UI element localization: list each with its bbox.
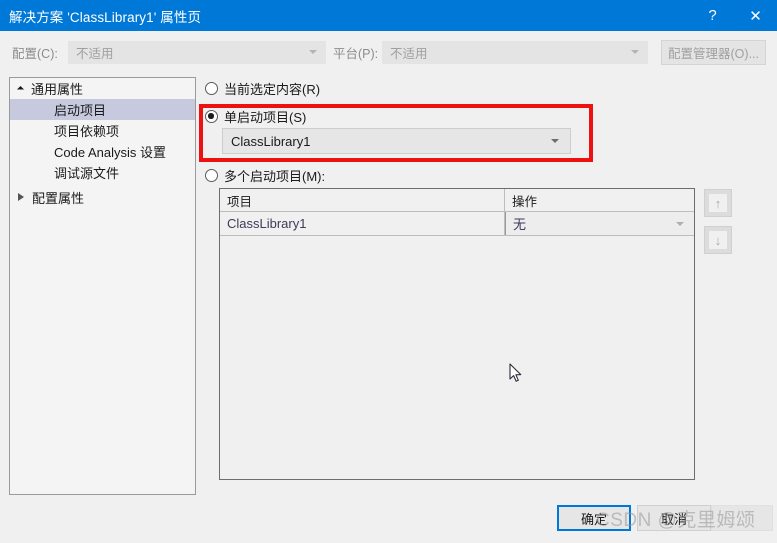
- configuration-combo-value: 不适用: [76, 46, 114, 61]
- tree-item-label: 启动项目: [54, 103, 107, 118]
- configuration-combo[interactable]: 不适用: [68, 40, 326, 64]
- radio-current-selection[interactable]: 当前选定内容(R): [205, 79, 320, 98]
- tree-item-general-properties[interactable]: 通用属性: [10, 78, 195, 99]
- chevron-collapsed-icon: [18, 193, 24, 202]
- single-startup-project-combo[interactable]: ClassLibrary1: [222, 128, 571, 154]
- apply-button[interactable]: [711, 505, 773, 531]
- move-up-button[interactable]: ↑: [704, 189, 732, 217]
- arrow-down-icon: ↓: [709, 231, 727, 249]
- cell-action-combo[interactable]: 无: [505, 212, 694, 235]
- platform-label: 平台(P):: [333, 46, 379, 61]
- radio-button-selected-icon: [205, 110, 218, 123]
- radio-multiple-startup-projects-label: 多个启动项目(M):: [224, 169, 326, 184]
- column-header-project[interactable]: 项目: [220, 189, 505, 211]
- radio-button-icon: [205, 169, 218, 182]
- table-row[interactable]: ClassLibrary1 无: [220, 212, 694, 236]
- cell-action-value: 无: [513, 217, 527, 232]
- window-title: 解决方案 'ClassLibrary1' 属性页: [9, 9, 202, 25]
- configuration-label: 配置(C):: [12, 46, 58, 61]
- properties-tree[interactable]: 通用属性 启动项目 项目依赖项 Code Analysis 设置 调试源文件 配…: [9, 77, 196, 495]
- tree-item-debug-source-files[interactable]: 调试源文件: [10, 162, 195, 183]
- radio-button-icon: [205, 82, 218, 95]
- cell-project-name[interactable]: ClassLibrary1: [220, 212, 505, 235]
- radio-single-startup-project-label: 单启动项目(S): [224, 110, 307, 125]
- chevron-down-icon: [676, 221, 684, 226]
- column-header-action[interactable]: 操作: [505, 189, 694, 211]
- close-icon[interactable]: ✕: [734, 0, 777, 31]
- chevron-down-icon: [551, 139, 559, 143]
- tree-item-label: 通用属性: [31, 82, 84, 97]
- configuration-manager-button[interactable]: 配置管理器(O)...: [661, 39, 766, 65]
- startup-projects-table[interactable]: 项目 操作 ClassLibrary1 无: [219, 188, 695, 480]
- chevron-down-icon: [309, 50, 317, 54]
- configuration-toolbar: 配置(C): 不适用 平台(P): 不适用 配置管理器(O)...: [0, 31, 777, 73]
- radio-single-startup-project[interactable]: 单启动项目(S): [205, 107, 306, 126]
- table-header-row: 项目 操作: [220, 189, 694, 212]
- tree-item-label: Code Analysis 设置: [54, 145, 166, 160]
- tree-item-code-analysis-settings[interactable]: Code Analysis 设置: [10, 141, 195, 162]
- arrow-up-icon: ↑: [709, 194, 727, 212]
- tree-item-label: 配置属性: [32, 191, 85, 206]
- move-down-button[interactable]: ↓: [704, 226, 732, 254]
- tree-item-startup-project[interactable]: 启动项目: [10, 99, 195, 120]
- radio-multiple-startup-projects[interactable]: 多个启动项目(M):: [205, 166, 325, 185]
- ok-button[interactable]: 确定: [557, 505, 631, 531]
- radio-current-selection-label: 当前选定内容(R): [224, 82, 321, 97]
- chevron-expanded-icon: [16, 85, 25, 94]
- platform-combo[interactable]: 不适用: [382, 40, 648, 64]
- chevron-down-icon: [631, 50, 639, 54]
- cancel-button[interactable]: 取消: [637, 505, 711, 531]
- tree-item-label: 调试源文件: [54, 166, 120, 181]
- tree-item-configuration-properties[interactable]: 配置属性: [10, 187, 195, 208]
- title-bar: 解决方案 'ClassLibrary1' 属性页 ? ✕: [0, 0, 777, 31]
- tree-item-label: 项目依赖项: [54, 124, 120, 139]
- help-icon[interactable]: ?: [691, 0, 734, 31]
- tree-item-project-dependencies[interactable]: 项目依赖项: [10, 120, 195, 141]
- single-startup-project-value: ClassLibrary1: [231, 133, 311, 149]
- platform-combo-value: 不适用: [390, 46, 428, 61]
